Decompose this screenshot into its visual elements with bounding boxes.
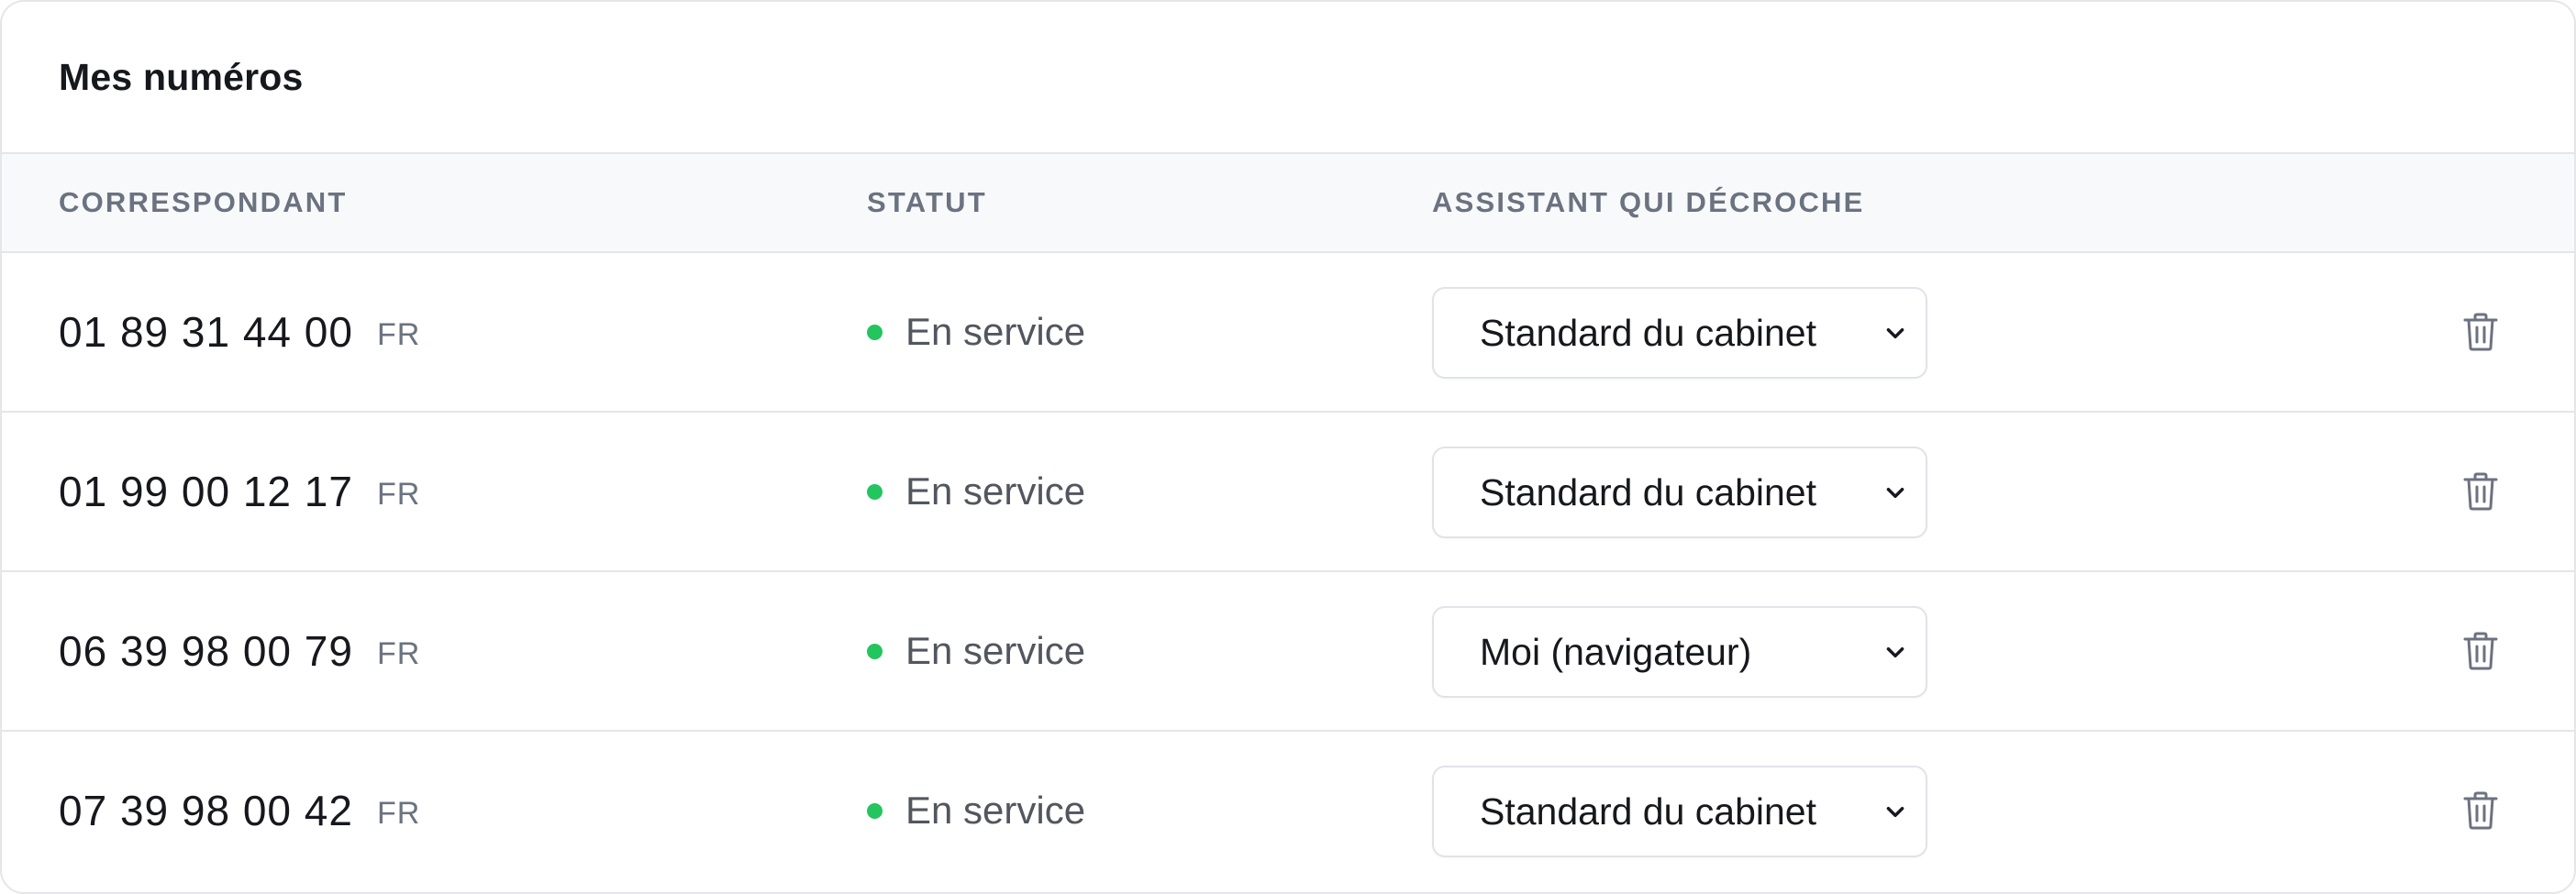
status-cell: En service	[867, 253, 1085, 411]
table-body: 01 89 31 44 00 FR En service Standard du…	[2, 253, 2574, 891]
trash-icon[interactable]	[2459, 310, 2502, 354]
assistant-select-value: Standard du cabinet	[1480, 311, 1816, 354]
column-header-correspondant: CORRESPONDANT	[59, 186, 348, 218]
chevron-down-icon	[1882, 479, 1909, 506]
assistant-select-value: Standard du cabinet	[1480, 789, 1816, 833]
status-dot-icon	[867, 643, 883, 659]
trash-icon[interactable]	[2459, 469, 2502, 513]
phone-number: 01 99 00 12 17	[59, 468, 353, 515]
table-row: 07 39 98 00 42 FR En service Standard du…	[2, 732, 2574, 891]
status-text: En service	[905, 310, 1086, 353]
trash-icon[interactable]	[2459, 629, 2502, 673]
status-text: En service	[905, 789, 1086, 832]
assistant-select[interactable]: Moi (navigateur)	[1432, 606, 1927, 698]
column-header-assistant: ASSISTANT QUI DÉCROCHE	[1432, 186, 1865, 218]
trash-icon[interactable]	[2459, 789, 2502, 833]
chevron-down-icon	[1882, 638, 1909, 666]
chevron-down-icon	[1882, 798, 1909, 825]
table-header: CORRESPONDANT STATUT ASSISTANT QUI DÉCRO…	[2, 154, 2574, 253]
number-cell: 01 89 31 44 00 FR	[59, 253, 420, 411]
table-row: 01 89 31 44 00 FR En service Standard du…	[2, 253, 2574, 413]
assistant-select[interactable]: Standard du cabinet	[1432, 447, 1927, 538]
status-dot-icon	[867, 802, 883, 819]
table-row: 01 99 00 12 17 FR En service Standard du…	[2, 413, 2574, 572]
status-cell: En service	[867, 732, 1085, 889]
card-title: Mes numéros	[59, 55, 304, 98]
assistant-select-value: Moi (navigateur)	[1480, 630, 1752, 673]
status-dot-icon	[867, 324, 883, 340]
assistant-select[interactable]: Standard du cabinet	[1432, 287, 1927, 379]
column-header-statut: STATUT	[867, 186, 987, 218]
assistant-select-value: Standard du cabinet	[1480, 470, 1816, 513]
phone-number: 01 89 31 44 00	[59, 308, 353, 356]
table-row: 06 39 98 00 79 FR En service Moi (naviga…	[2, 572, 2574, 732]
status-text: En service	[905, 629, 1086, 672]
number-cell: 01 99 00 12 17 FR	[59, 413, 420, 570]
number-cell: 07 39 98 00 42 FR	[59, 732, 420, 889]
phone-number: 07 39 98 00 42	[59, 787, 353, 834]
status-text: En service	[905, 469, 1086, 513]
country-code: FR	[376, 316, 421, 352]
assistant-select[interactable]: Standard du cabinet	[1432, 766, 1927, 857]
status-cell: En service	[867, 572, 1085, 730]
status-cell: En service	[867, 413, 1085, 570]
country-code: FR	[376, 635, 421, 671]
status-dot-icon	[867, 483, 883, 500]
number-cell: 06 39 98 00 79 FR	[59, 572, 420, 730]
phone-number: 06 39 98 00 79	[59, 627, 353, 675]
numbers-card: Mes numéros CORRESPONDANT STATUT ASSISTA…	[0, 0, 2576, 894]
country-code: FR	[376, 795, 421, 831]
card-header: Mes numéros	[2, 2, 2574, 154]
country-code: FR	[376, 476, 421, 512]
chevron-down-icon	[1882, 319, 1909, 347]
